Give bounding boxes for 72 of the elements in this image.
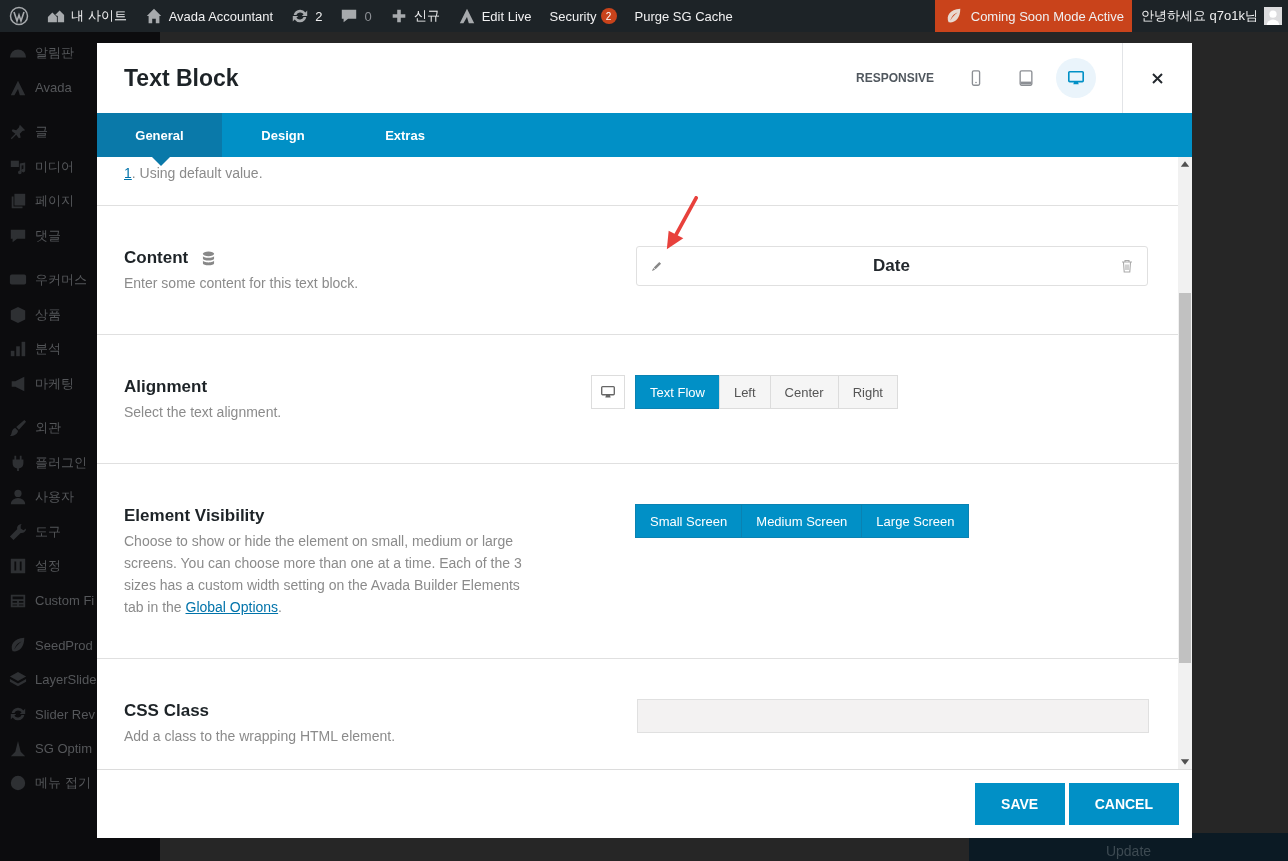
- sidebar-item[interactable]: 메뉴 접기: [0, 766, 160, 801]
- house-icon: [144, 7, 163, 25]
- tab[interactable]: Design: [222, 113, 344, 157]
- option-title: CSS Class: [124, 700, 210, 722]
- responsive-label: RESPONSIVE: [855, 71, 934, 85]
- count-badge: 2: [600, 8, 617, 24]
- scroll-thumb[interactable]: [1179, 293, 1191, 663]
- pencil-icon[interactable]: [651, 260, 662, 272]
- refresh-icon: [291, 7, 310, 25]
- admin-bar-link[interactable]: 0: [331, 0, 381, 32]
- person-icon: [9, 488, 27, 507]
- scrollbar[interactable]: [1178, 157, 1192, 769]
- option-button[interactable]: Text Flow: [635, 375, 720, 409]
- coming-soon-link[interactable]: Coming Soon Mode Active: [934, 0, 1132, 32]
- megaphone-icon: [9, 374, 27, 393]
- sidebar-item[interactable]: 플러그인: [0, 445, 160, 480]
- trash-icon[interactable]: [1121, 259, 1133, 273]
- pages-icon: [9, 192, 27, 211]
- admin-bar-link[interactable]: 2: [282, 0, 332, 32]
- tab[interactable]: Extras: [344, 113, 466, 157]
- admin-bar-link[interactable]: Purge SG Cache: [625, 0, 742, 32]
- option-button[interactable]: Right: [837, 375, 898, 409]
- option-title: Element Visibility: [124, 505, 265, 527]
- option-description: Add a class to the wrapping HTML element.: [124, 727, 397, 746]
- tablet-icon: [1017, 69, 1035, 87]
- option-button[interactable]: Left: [718, 375, 771, 409]
- content-field[interactable]: Date: [636, 246, 1148, 286]
- option-description: Choose to show or hide the element on small, medium or large screens. You can choose more than one at a time. Each of the 3 sizes has a custom width setting on the Avada Builder Elements tab in the Global Options.: [124, 532, 523, 617]
- tab[interactable]: General: [97, 113, 222, 157]
- close-icon: [1150, 70, 1165, 86]
- admin-bar-link[interactable]: Security 2: [540, 0, 626, 32]
- sidebar-item[interactable]: LayerSlide: [0, 662, 160, 697]
- bar-chart-icon: [9, 340, 27, 359]
- css-class-field[interactable]: [637, 699, 1149, 733]
- option-description: Select the text alignment.: [124, 403, 283, 422]
- layers-icon: [9, 670, 27, 689]
- logo-icon: [9, 6, 29, 26]
- sidebar-item[interactable]: 상품: [0, 297, 160, 332]
- sidebar-item[interactable]: SeedProd: [0, 628, 160, 663]
- option-note: 1. Using default value.: [124, 164, 264, 183]
- account-link[interactable]: 안녕하세요 q7o1k님: [1131, 0, 1288, 32]
- option-description: Enter some content for this text block.: [124, 274, 360, 293]
- cube-icon: [9, 305, 27, 324]
- database-icon[interactable]: [202, 250, 216, 266]
- sliders-icon: [9, 557, 27, 576]
- content-value: Date: [872, 256, 911, 276]
- option-button[interactable]: Small Screen: [635, 504, 743, 538]
- option-button[interactable]: Medium Screen: [741, 504, 863, 538]
- admin-bar-link[interactable]: Edit Live: [448, 0, 541, 32]
- brush-icon: [9, 419, 27, 438]
- default-link[interactable]: 1: [124, 165, 132, 181]
- option-title: Content: [124, 247, 189, 269]
- responsive-toggle[interactable]: [591, 375, 625, 409]
- admin-bar-link[interactable]: Avada Accountant: [135, 0, 283, 32]
- dialog-title: Text Block: [124, 64, 239, 92]
- dialog-button[interactable]: SAVE: [974, 783, 1065, 825]
- option-button[interactable]: Center: [769, 375, 839, 409]
- device-button[interactable]: [1056, 58, 1096, 98]
- wrench-icon: [9, 522, 27, 541]
- sidebar-item[interactable]: 페이지: [0, 184, 160, 219]
- dialog-button[interactable]: CANCEL: [1068, 783, 1179, 825]
- option-button[interactable]: Large Screen: [861, 504, 970, 538]
- pin-icon: [9, 123, 27, 142]
- desktop-icon: [1067, 69, 1085, 87]
- avatar-icon: [1264, 7, 1282, 25]
- admin-bar-link[interactable]: 내 사이트: [38, 0, 136, 32]
- sidebar-item[interactable]: 분석: [0, 332, 160, 367]
- option-title: Alignment: [124, 376, 208, 398]
- peak-icon: [457, 7, 476, 25]
- admin-bar-link[interactable]: 신규: [380, 0, 449, 32]
- speech-bubble-icon: [340, 7, 359, 25]
- tab-pointer: [152, 157, 170, 166]
